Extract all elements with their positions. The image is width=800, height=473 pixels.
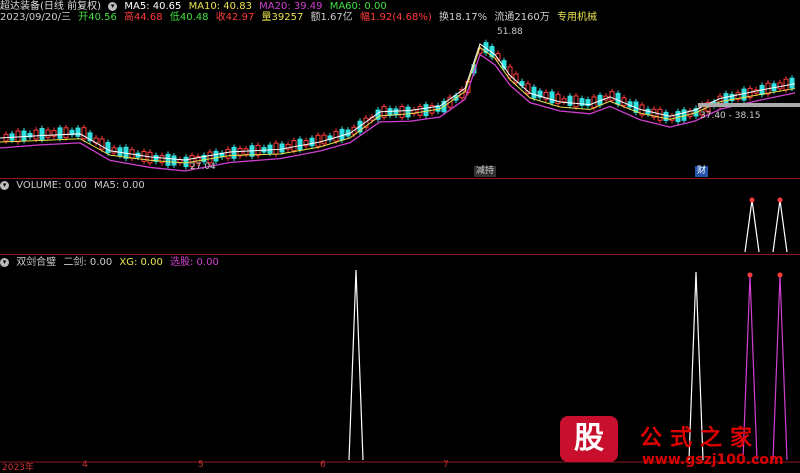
xuangu-value: 选股: 0.00: [170, 257, 219, 268]
x-label-4: 4: [82, 460, 88, 470]
candle-body: [75, 127, 81, 137]
settings-icon[interactable]: ▾: [0, 180, 9, 190]
candle-body: [21, 130, 27, 142]
change-label: 幅1.92(4.68%): [359, 12, 432, 23]
candle-body: [741, 88, 747, 101]
candle-body: [309, 137, 315, 147]
signal-marker: [749, 197, 755, 203]
candle-body: [213, 150, 219, 162]
main-header-row2: 2023/09/20/三 开40.56 高44.68 低40.48 收42.97…: [0, 11, 601, 24]
candle-body: [225, 148, 231, 159]
settings-icon[interactable]: ▾: [0, 257, 9, 267]
candle-body: [399, 106, 405, 118]
volume-label: 量39257: [261, 12, 304, 23]
candle-body: [315, 134, 321, 147]
candle-body: [723, 93, 729, 105]
open-label: 开40.56: [78, 12, 117, 23]
candle-body: [549, 91, 555, 104]
price-band: [698, 103, 800, 107]
candle-body: [267, 144, 273, 154]
candle-body: [45, 129, 51, 138]
amount-label: 额1.67亿: [310, 12, 353, 23]
candle-body: [423, 104, 429, 117]
candle-body: [111, 147, 117, 154]
watermark-title: 公式之家: [640, 425, 761, 451]
reduce-holding-badge[interactable]: 减持: [474, 166, 497, 177]
date-label: 2023/09/20/三: [0, 12, 72, 23]
candle-body: [531, 86, 537, 99]
sector-tag: 专用机械: [556, 12, 597, 23]
watermark-url: www.gszj100.com: [642, 452, 784, 468]
ma5-line: [0, 43, 796, 161]
volume-header: ▾ VOLUME: 0.00 MA5: 0.00: [0, 179, 149, 192]
candle-body: [573, 95, 579, 108]
candle-body: [105, 141, 111, 154]
candle-body: [567, 95, 573, 106]
candle-body: [33, 129, 39, 140]
ma10-line: [0, 46, 796, 164]
high-label: 高44.68: [124, 12, 163, 23]
x-label-year: 2023年: [2, 463, 34, 473]
candle-body: [183, 156, 189, 168]
x-label-5: 5: [198, 460, 204, 470]
x-label-7: 7: [443, 460, 449, 470]
volume-spikes: [744, 199, 788, 253]
candle-body: [789, 77, 795, 89]
candle-body: [561, 98, 567, 103]
volume-spike: [744, 199, 760, 253]
watermark-logo: 股: [560, 416, 618, 462]
volume-ma5: MA5: 0.00: [94, 180, 145, 191]
candle-body: [231, 146, 237, 159]
volume-spike: [772, 199, 788, 253]
candle-body: [57, 127, 63, 139]
finance-badge[interactable]: 财: [695, 166, 709, 177]
candle-body: [405, 106, 411, 118]
candle-body: [417, 106, 423, 116]
candle-body: [621, 97, 627, 106]
xg-value: XG: 0.00: [119, 257, 163, 268]
high-price-label: 51.88: [497, 27, 523, 37]
indicator-spike: [348, 269, 364, 461]
erjian-value: 二剑: 0.00: [63, 257, 113, 268]
watermark: 股 公式之家 www.gszj100.com: [560, 416, 800, 473]
candle-body: [297, 138, 303, 151]
turnover-label: 换18.17%: [439, 12, 488, 23]
indicator-name: 双剑合璧: [16, 257, 57, 268]
candle-body: [783, 78, 789, 91]
candle-body: [291, 140, 297, 152]
candle-body: [273, 142, 279, 155]
close-label: 收42.97: [215, 12, 255, 23]
candle-body: [279, 143, 285, 153]
low-price-label: 27.04: [190, 162, 216, 172]
candle-body: [147, 151, 153, 164]
candle-body: [387, 108, 393, 116]
candle-body: [615, 92, 621, 105]
x-label-6: 6: [320, 460, 326, 470]
indicator-header: ▾ 双剑合璧 二剑: 0.00 XG: 0.00 选股: 0.00: [0, 256, 223, 269]
candle-body: [333, 130, 339, 142]
range-price-label: 37.40 - 38.15: [700, 111, 761, 121]
signal-marker: [747, 272, 753, 278]
candle-body: [609, 91, 615, 101]
chart-canvas: [0, 39, 800, 463]
signal-marker: [777, 272, 783, 278]
signal-marker: [777, 197, 783, 203]
candlesticks: [3, 39, 795, 170]
float-label: 流通2160万: [494, 12, 550, 23]
candle-body: [63, 127, 69, 139]
low-label: 低40.48: [169, 12, 209, 23]
candle-body: [39, 128, 45, 140]
panel-separator-2: [0, 254, 800, 255]
candle-body: [165, 153, 171, 166]
volume-name: VOLUME: 0.00: [16, 180, 87, 191]
candle-body: [171, 155, 177, 166]
candle-body: [321, 134, 327, 145]
settings-icon[interactable]: ▾: [108, 1, 118, 11]
